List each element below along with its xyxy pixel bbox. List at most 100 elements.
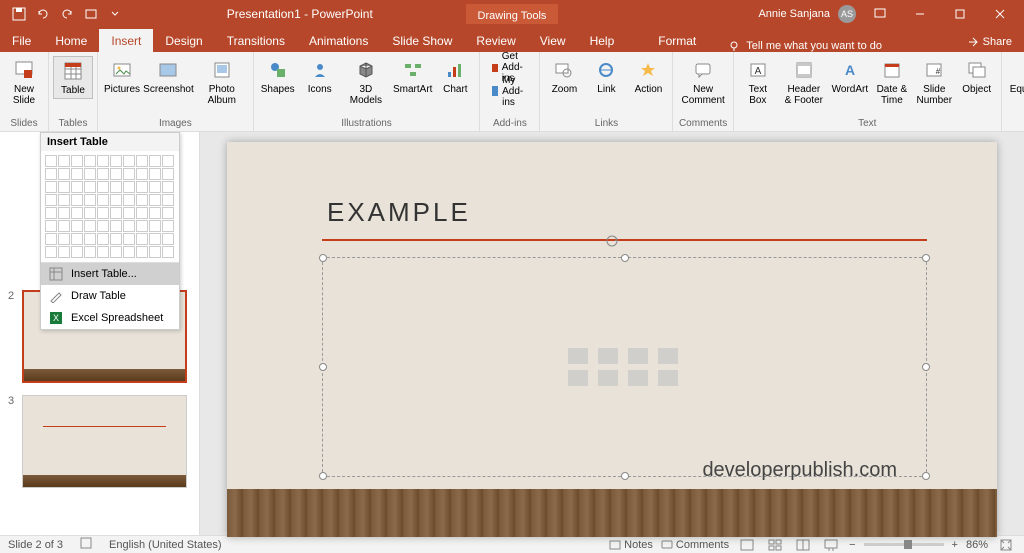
table-grid-cell[interactable] [71, 207, 83, 219]
screenshot-button[interactable]: Screenshot [144, 56, 193, 97]
table-grid-cell[interactable] [97, 155, 109, 167]
my-addins-button[interactable]: My Add-ins [484, 80, 535, 102]
tab-animations[interactable]: Animations [297, 29, 380, 52]
comments-button[interactable]: Comments [661, 539, 729, 551]
tab-slideshow[interactable]: Slide Show [380, 29, 464, 52]
fit-to-window-button[interactable] [996, 537, 1016, 553]
table-grid-cell[interactable] [162, 246, 174, 258]
pictures-button[interactable]: Pictures [102, 56, 142, 97]
table-grid-cell[interactable] [162, 155, 174, 167]
object-button[interactable]: Object [957, 56, 997, 97]
notes-button[interactable]: Notes [609, 539, 653, 551]
table-grid-cell[interactable] [149, 207, 161, 219]
wordart-button[interactable]: AWordArt [830, 56, 870, 97]
table-grid-cell[interactable] [97, 194, 109, 206]
table-button[interactable]: Table [53, 56, 93, 99]
slide-title[interactable]: EXAMPLE [327, 197, 471, 228]
tab-format[interactable]: Format [646, 29, 708, 52]
table-grid-cell[interactable] [97, 220, 109, 232]
table-grid-cell[interactable] [84, 181, 96, 193]
table-grid-cell[interactable] [97, 233, 109, 245]
table-grid-cell[interactable] [162, 233, 174, 245]
slideshow-view-button[interactable] [821, 537, 841, 553]
table-grid-cell[interactable] [110, 233, 122, 245]
selection-handle[interactable] [319, 363, 327, 371]
table-grid-cell[interactable] [110, 246, 122, 258]
icons-button[interactable]: Icons [300, 56, 340, 97]
table-grid-cell[interactable] [71, 155, 83, 167]
tab-file[interactable]: File [0, 29, 43, 52]
table-grid-cell[interactable] [149, 220, 161, 232]
datetime-button[interactable]: Date & Time [872, 56, 912, 108]
table-grid-cell[interactable] [162, 207, 174, 219]
table-grid-cell[interactable] [162, 181, 174, 193]
zoom-level[interactable]: 86% [966, 539, 988, 551]
table-grid-cell[interactable] [97, 168, 109, 180]
table-grid-cell[interactable] [58, 207, 70, 219]
undo-icon[interactable] [32, 3, 54, 25]
table-grid-cell[interactable] [110, 220, 122, 232]
language-status[interactable]: English (United States) [109, 539, 222, 551]
save-icon[interactable] [8, 3, 30, 25]
slide-panel[interactable]: Insert Table Insert Table... Draw Table … [0, 132, 200, 535]
table-grid-cell[interactable] [162, 220, 174, 232]
table-grid-cell[interactable] [45, 194, 57, 206]
selection-handle[interactable] [621, 472, 629, 480]
table-grid-cell[interactable] [136, 233, 148, 245]
table-grid-cell[interactable] [45, 207, 57, 219]
reading-view-button[interactable] [793, 537, 813, 553]
table-grid-cell[interactable] [84, 155, 96, 167]
tab-review[interactable]: Review [464, 29, 527, 52]
table-grid-cell[interactable] [110, 194, 122, 206]
table-grid-cell[interactable] [97, 181, 109, 193]
table-grid-cell[interactable] [97, 246, 109, 258]
table-grid-cell[interactable] [71, 246, 83, 258]
insert-smartart-placeholder-icon[interactable] [628, 348, 648, 364]
table-grid-cell[interactable] [110, 181, 122, 193]
selection-handle[interactable] [922, 254, 930, 262]
header-footer-button[interactable]: Header & Footer [780, 56, 828, 108]
table-grid-cell[interactable] [149, 233, 161, 245]
slide-thumbnail-3[interactable] [22, 395, 187, 488]
tab-transitions[interactable]: Transitions [215, 29, 297, 52]
new-slide-button[interactable]: New Slide [4, 56, 44, 108]
table-grid-cell[interactable] [110, 207, 122, 219]
draw-table-menu-item[interactable]: Draw Table [41, 285, 179, 307]
table-grid-cell[interactable] [123, 181, 135, 193]
equation-button[interactable]: πEquation [1006, 56, 1024, 97]
selection-handle[interactable] [319, 254, 327, 262]
shapes-button[interactable]: Shapes [258, 56, 298, 97]
table-grid-cell[interactable] [123, 194, 135, 206]
table-grid-cell[interactable] [123, 207, 135, 219]
table-grid-cell[interactable] [136, 194, 148, 206]
table-grid-cell[interactable] [123, 246, 135, 258]
table-grid-cell[interactable] [162, 168, 174, 180]
table-grid-cell[interactable] [136, 220, 148, 232]
insert-table-placeholder-icon[interactable] [568, 348, 588, 364]
insert-picture-placeholder-icon[interactable] [568, 370, 588, 386]
zoom-slider-thumb[interactable] [904, 540, 912, 549]
selection-handle[interactable] [621, 254, 629, 262]
redo-icon[interactable] [56, 3, 78, 25]
table-grid-cell[interactable] [84, 168, 96, 180]
table-grid-cell[interactable] [110, 155, 122, 167]
table-grid-cell[interactable] [149, 246, 161, 258]
table-grid-cell[interactable] [71, 168, 83, 180]
zoom-button[interactable]: Zoom [544, 56, 584, 97]
link-button[interactable]: Link [586, 56, 626, 97]
textbox-button[interactable]: AText Box [738, 56, 778, 108]
ribbon-display-options-icon[interactable] [864, 0, 896, 28]
table-grid-cell[interactable] [58, 246, 70, 258]
tab-design[interactable]: Design [153, 29, 214, 52]
user-avatar[interactable]: AS [838, 5, 856, 23]
3d-models-button[interactable]: 3D Models [342, 56, 390, 108]
tab-help[interactable]: Help [578, 29, 627, 52]
table-grid-cell[interactable] [84, 194, 96, 206]
table-grid-cell[interactable] [136, 207, 148, 219]
excel-spreadsheet-menu-item[interactable]: XExcel Spreadsheet [41, 307, 179, 329]
zoom-out-button[interactable]: − [849, 539, 855, 551]
table-grid-cell[interactable] [58, 194, 70, 206]
zoom-slider[interactable] [864, 543, 944, 546]
slide-sorter-view-button[interactable] [765, 537, 785, 553]
table-grid-cell[interactable] [58, 233, 70, 245]
